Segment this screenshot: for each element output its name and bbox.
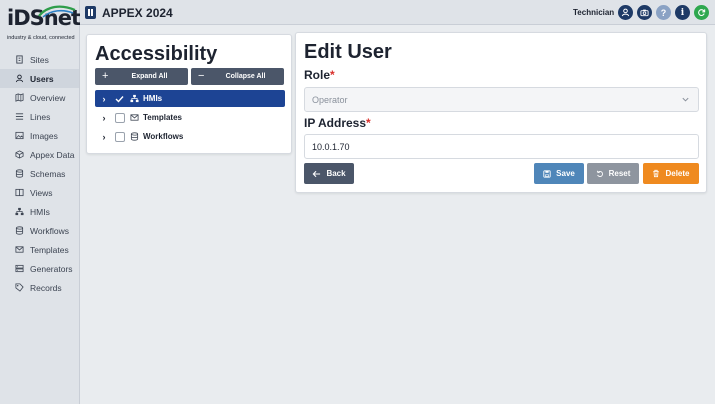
- sidebar-item-records[interactable]: Records: [0, 278, 79, 297]
- save-button[interactable]: Save: [534, 163, 584, 184]
- building-icon: [14, 55, 24, 65]
- checkmark-icon[interactable]: [114, 93, 125, 104]
- sitemap-icon: [14, 207, 24, 217]
- reset-icon: [596, 170, 603, 177]
- info-icon: i: [680, 7, 685, 18]
- collapse-all-button[interactable]: − Collapse All: [191, 68, 284, 85]
- camera-icon: [640, 9, 649, 17]
- sidebar-item-label: Generators: [30, 263, 73, 274]
- sidebar-item-workflows[interactable]: Workflows: [0, 221, 79, 240]
- help-icon: ?: [660, 7, 667, 18]
- list-icon: [14, 112, 24, 122]
- top-bar: APPEX 2024 Technician ? i: [80, 0, 715, 25]
- accessibility-title: Accessibility: [95, 43, 218, 65]
- ip-address-input[interactable]: 10.0.1.70: [304, 134, 699, 159]
- sidebar-nav: Sites Users Overview Lines Images Appex …: [0, 50, 79, 297]
- sidebar-item-sites[interactable]: Sites: [0, 50, 79, 69]
- sidebar-item-label: Lines: [30, 111, 51, 122]
- sidebar-item-templates[interactable]: Templates: [0, 240, 79, 259]
- tree-item-workflows[interactable]: › Workflows: [95, 128, 285, 145]
- envelope-icon: [129, 113, 139, 122]
- role-label: Role*: [304, 68, 335, 82]
- refresh-icon: [698, 9, 706, 16]
- chevron-down-icon: [682, 97, 689, 102]
- sidebar-item-label: Templates: [30, 244, 69, 255]
- tree-item-label: Workflows: [143, 132, 184, 141]
- chevron-right-icon[interactable]: ›: [97, 132, 111, 142]
- tree-checkbox[interactable]: [114, 131, 125, 142]
- image-icon: [14, 131, 24, 141]
- sidebar-item-overview[interactable]: Overview: [0, 88, 79, 107]
- database-icon: [129, 132, 139, 141]
- sidebar-item-label: Overview: [30, 92, 66, 103]
- server-icon: [14, 264, 24, 274]
- logo-tagline: industry & cloud, connected: [7, 35, 75, 41]
- edit-user-card: Edit User Role* Operator IP Address* 10.…: [295, 32, 707, 193]
- sidebar-item-hmis[interactable]: HMIs: [0, 202, 79, 221]
- database-icon: [14, 226, 24, 236]
- tag-icon: [14, 283, 24, 293]
- save-icon: [543, 169, 551, 178]
- app-icon: [85, 6, 96, 19]
- sidebar-item-generators[interactable]: Generators: [0, 259, 79, 278]
- tree-checkbox[interactable]: [114, 112, 125, 123]
- sidebar-item-label: Schemas: [30, 168, 66, 179]
- map-icon: [14, 93, 24, 103]
- refresh-button[interactable]: [694, 5, 709, 20]
- accessibility-card: Accessibility + Expand All − Collapse Al…: [86, 34, 292, 154]
- app-title: APPEX 2024: [102, 6, 173, 20]
- required-mark: *: [330, 68, 335, 82]
- logo-swoosh-icon: [38, 5, 76, 18]
- edit-user-title: Edit User: [304, 41, 392, 63]
- envelope-icon: [14, 245, 24, 255]
- user-icon: [621, 8, 630, 17]
- sidebar-item-label: Workflows: [30, 225, 70, 236]
- chevron-right-icon[interactable]: ›: [97, 94, 111, 104]
- help-button[interactable]: ?: [656, 5, 671, 20]
- role-select-value: Operator: [312, 94, 348, 105]
- cube-icon: [14, 150, 24, 160]
- required-mark: *: [366, 116, 371, 130]
- delete-button[interactable]: Delete: [643, 163, 699, 184]
- sidebar: iDSnet industry & cloud, connected Sites…: [0, 0, 81, 404]
- arrow-left-icon: [313, 170, 321, 177]
- info-button[interactable]: i: [675, 5, 690, 20]
- user-icon: [14, 74, 24, 84]
- ip-address-label: IP Address*: [304, 116, 371, 130]
- back-button[interactable]: Back: [304, 163, 354, 184]
- sidebar-item-views[interactable]: Views: [0, 183, 79, 202]
- expand-all-button[interactable]: + Expand All: [95, 68, 188, 85]
- sidebar-item-lines[interactable]: Lines: [0, 107, 79, 126]
- sidebar-item-label: Users: [30, 73, 54, 84]
- tree-item-label: Templates: [143, 113, 182, 122]
- trash-icon: [653, 169, 660, 178]
- sidebar-item-label: Views: [30, 187, 53, 198]
- ip-address-value: 10.0.1.70: [312, 141, 350, 152]
- role-select[interactable]: Operator: [304, 87, 699, 112]
- columns-icon: [14, 188, 24, 198]
- sidebar-item-label: Images: [30, 130, 58, 141]
- sidebar-item-label: HMIs: [30, 206, 50, 217]
- camera-button[interactable]: [637, 5, 652, 20]
- chevron-right-icon[interactable]: ›: [97, 113, 111, 123]
- sidebar-item-users[interactable]: Users: [0, 69, 79, 88]
- company-logo[interactable]: iDSnet industry & cloud, connected: [7, 4, 81, 46]
- user-role-label: Technician: [573, 8, 615, 17]
- user-profile-button[interactable]: [618, 5, 633, 20]
- sidebar-item-schemas[interactable]: Schemas: [0, 164, 79, 183]
- sidebar-item-label: Appex Data: [30, 149, 75, 160]
- reset-button[interactable]: Reset: [587, 163, 639, 184]
- sidebar-item-label: Sites: [30, 54, 49, 65]
- sitemap-icon: [129, 94, 139, 103]
- tree-item-templates[interactable]: › Templates: [95, 109, 285, 126]
- sidebar-item-appex-data[interactable]: Appex Data: [0, 145, 79, 164]
- tree-item-hmis[interactable]: › HMIs: [95, 90, 285, 107]
- tree-item-label: HMIs: [143, 94, 163, 103]
- sidebar-item-label: Records: [30, 282, 62, 293]
- sidebar-item-images[interactable]: Images: [0, 126, 79, 145]
- database-icon: [14, 169, 24, 179]
